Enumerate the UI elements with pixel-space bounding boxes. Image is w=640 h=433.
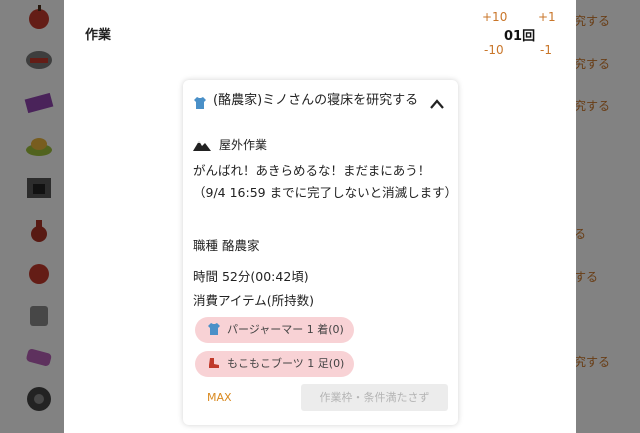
max-button[interactable]: MAX (207, 391, 232, 404)
consumed-item-chip[interactable]: パージャーマー 1 着(0) (195, 317, 354, 343)
count-stepper: +10 +1 01回 -10 -1 (476, 8, 566, 60)
card-description: がんばれ！あきらめるな！まだまにあう！（9/4 16:59 までに完了しないと消… (193, 163, 458, 200)
minus-10-button[interactable]: -10 (484, 43, 504, 57)
shirt-icon (208, 323, 220, 335)
consumed-items-label: 消費アイテム(所持数) (193, 293, 315, 308)
mountain-icon (193, 141, 211, 151)
count-value: 01回 (504, 29, 536, 44)
plus-1-button[interactable]: +1 (538, 10, 556, 24)
work-card: (酪農家)ミノさんの寝床を研究する 屋外作業 がんばれ！あきらめるな！まだまにあ… (183, 80, 458, 425)
plus-10-button[interactable]: +10 (482, 10, 507, 24)
boots-icon (209, 358, 219, 368)
chevron-up-icon (430, 99, 444, 109)
location-row: 屋外作業 (193, 136, 267, 153)
collapse-button[interactable] (427, 98, 447, 116)
minus-1-button[interactable]: -1 (540, 43, 552, 57)
modal-title: 作業 (85, 28, 112, 43)
consumed-item-chip[interactable]: もこもこブーツ 1 足(0) (195, 351, 355, 377)
location-label: 屋外作業 (219, 138, 268, 152)
consumed-item-label: もこもこブーツ 1 足(0) (227, 357, 345, 370)
job-label: 職種 酪農家 (193, 238, 260, 253)
consumed-item-label: パージャーマー 1 着(0) (227, 323, 344, 336)
shirt-icon (194, 97, 206, 109)
card-title: (酪農家)ミノさんの寝床を研究する (213, 93, 419, 108)
start-work-button[interactable]: 作業枠・条件満たさず (301, 384, 448, 411)
work-modal: 作業 +10 +1 01回 -10 -1 (酪農家)ミノさんの寝床を研究する 屋… (64, 0, 576, 433)
time-label: 時間 52分(00:42頃) (193, 269, 309, 284)
